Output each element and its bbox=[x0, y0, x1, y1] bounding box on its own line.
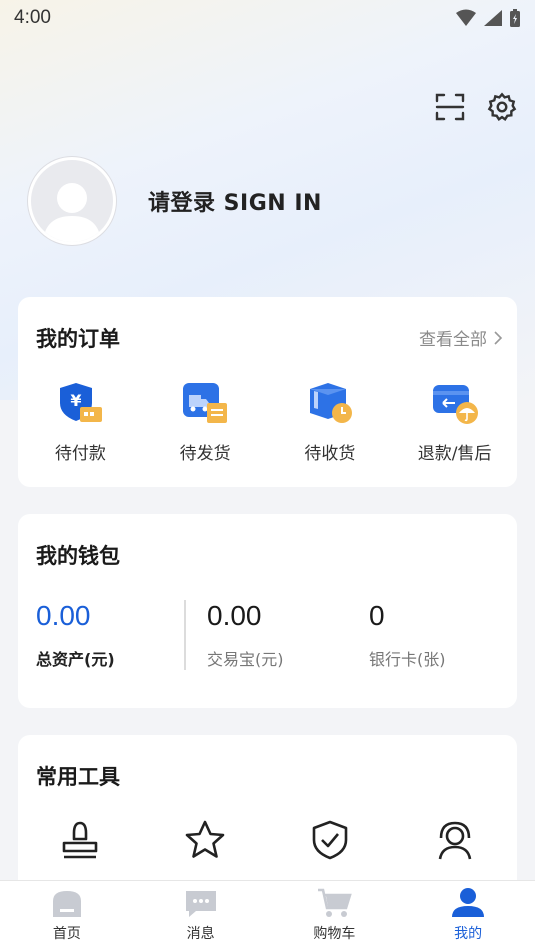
order-item-label: 退款/售后 bbox=[417, 444, 492, 464]
order-item-label: 待发货 bbox=[179, 444, 231, 464]
user-icon bbox=[452, 888, 485, 917]
tool-item-service[interactable] bbox=[392, 819, 517, 861]
header-actions bbox=[433, 90, 519, 124]
trade-treasure-label: 交易宝(元) bbox=[207, 650, 284, 669]
view-all-orders-link[interactable]: 查看全部 bbox=[419, 325, 503, 350]
orders-title: 我的订单 bbox=[36, 327, 120, 351]
view-all-label: 查看全部 bbox=[419, 330, 487, 350]
wallet-card: 我的钱包 0.00 总资产(元) 0.00 交易宝(元) 0 银行卡(张) bbox=[18, 514, 517, 708]
wallet-trade-treasure[interactable]: 0.00 交易宝(元) bbox=[207, 600, 284, 670]
bank-cards-label: 银行卡(张) bbox=[369, 650, 446, 669]
order-refund-aftersale[interactable]: 退款/售后 bbox=[392, 379, 517, 464]
profile-section[interactable]: 请登录 SIGN IN bbox=[28, 157, 322, 245]
tab-cart[interactable]: 购物车 bbox=[268, 881, 402, 951]
gear-icon bbox=[487, 92, 517, 121]
home-icon bbox=[52, 891, 81, 917]
tools-list bbox=[18, 819, 517, 861]
status-bar: 4:00 bbox=[0, 0, 535, 36]
tool-item-favorites[interactable] bbox=[143, 819, 268, 861]
chevron-right-icon bbox=[494, 330, 503, 345]
cart-icon bbox=[318, 888, 353, 917]
tool-item-security[interactable] bbox=[268, 819, 393, 861]
total-assets-value: 0.00 bbox=[36, 600, 91, 631]
total-assets-label: 总资产(元) bbox=[36, 650, 115, 669]
wallet-title: 我的钱包 bbox=[36, 544, 120, 568]
shipping-truck-icon bbox=[183, 383, 228, 423]
wallet-divider bbox=[184, 600, 186, 670]
stamp-icon bbox=[63, 821, 98, 859]
avatar[interactable] bbox=[28, 157, 116, 245]
tab-messages-label: 消息 bbox=[186, 926, 215, 942]
order-pending-payment[interactable]: ¥ 待付款 bbox=[18, 379, 143, 464]
signal-icon bbox=[484, 10, 502, 26]
battery-icon bbox=[510, 9, 520, 27]
wallet-bank-cards[interactable]: 0 银行卡(张) bbox=[369, 600, 446, 670]
tools-title: 常用工具 bbox=[36, 765, 120, 789]
message-icon bbox=[185, 891, 216, 917]
orders-card: 我的订单 查看全部 ¥ 待付款 待发货 待收货 退款/售后 bbox=[18, 297, 517, 487]
headset-user-icon bbox=[438, 821, 471, 860]
receive-box-clock-icon bbox=[309, 383, 352, 423]
tab-cart-label: 购物车 bbox=[313, 926, 356, 942]
refund-umbrella-icon bbox=[432, 385, 478, 424]
wallet-total-assets[interactable]: 0.00 总资产(元) bbox=[36, 600, 115, 670]
scan-icon bbox=[435, 93, 465, 121]
order-pending-receipt[interactable]: 待收货 bbox=[268, 379, 393, 464]
order-item-label: 待付款 bbox=[54, 444, 106, 464]
tab-messages[interactable]: 消息 bbox=[134, 881, 268, 951]
status-icons bbox=[455, 8, 521, 28]
wifi-icon bbox=[456, 9, 476, 26]
tab-mine-label: 我的 bbox=[454, 926, 483, 942]
status-time: 4:00 bbox=[14, 7, 51, 28]
tab-home-label: 首页 bbox=[52, 926, 81, 942]
bank-cards-value: 0 bbox=[369, 600, 385, 631]
order-pending-shipment[interactable]: 待发货 bbox=[143, 379, 268, 464]
bottom-tab-bar: 首页 消息 购物车 我的 bbox=[0, 880, 535, 951]
tool-item-stamp[interactable] bbox=[18, 819, 143, 861]
tab-mine[interactable]: 我的 bbox=[401, 881, 535, 951]
settings-button[interactable] bbox=[485, 90, 519, 124]
payment-shield-icon: ¥ bbox=[60, 383, 103, 422]
login-link[interactable]: 请登录 SIGN IN bbox=[148, 185, 322, 217]
tab-home[interactable]: 首页 bbox=[0, 881, 134, 951]
scan-button[interactable] bbox=[433, 90, 467, 124]
order-item-label: 待收货 bbox=[304, 444, 356, 464]
order-status-list: ¥ 待付款 待发货 待收货 退款/售后 bbox=[18, 379, 517, 464]
trade-treasure-value: 0.00 bbox=[207, 600, 262, 631]
default-avatar-icon bbox=[43, 183, 101, 242]
svg-text:¥: ¥ bbox=[71, 391, 82, 410]
shield-check-icon bbox=[312, 820, 348, 860]
star-icon bbox=[185, 820, 225, 858]
